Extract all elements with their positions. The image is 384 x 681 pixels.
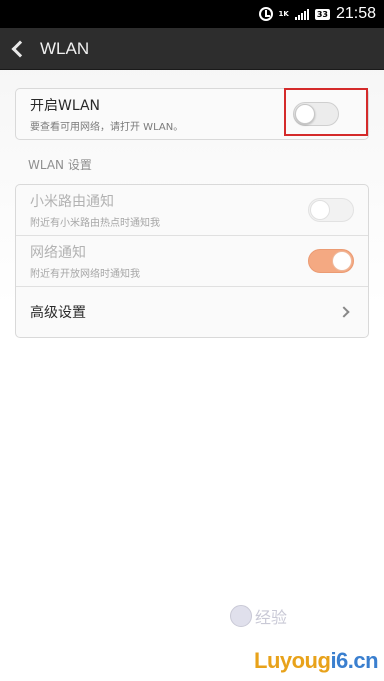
network-notify-subtitle: 附近有开放网络时通知我 [30,269,140,280]
network-notify-switch[interactable] [308,249,354,273]
signal-icon [294,8,309,20]
network-speed: 1K [278,10,289,18]
switch-knob [310,200,330,220]
wlan-toggle-title: 开启WLAN [30,98,101,114]
wlan-settings-card: 小米路由通知 附近有小米路由热点时通知我 网络通知 附近有开放网络时通知我 高级… [15,184,369,338]
wlan-toggle-row[interactable]: 开启WLAN 要查看可用网络，请打开 WLAN。 [16,88,368,139]
site-logo: Luyougi6.cn [254,648,379,674]
advanced-settings-row[interactable]: 高级设置 [16,287,368,337]
settings-content: 开启WLAN 要查看可用网络，请打开 WLAN。 WLAN 设置 小米路由通知 … [0,70,384,338]
xiaomi-router-row[interactable]: 小米路由通知 附近有小米路由热点时通知我 [16,185,368,235]
back-arrow-icon[interactable] [11,40,29,58]
xiaomi-router-switch[interactable] [308,198,354,222]
alarm-icon [258,7,273,21]
watermark-text: 经验 [255,608,288,627]
app-header: WLAN [0,28,384,70]
status-bar: 1K 33 21:58 [0,0,384,28]
xiaomi-router-title: 小米路由通知 [30,194,114,210]
logo-part2: i6.cn [330,648,379,673]
paw-icon [230,605,252,627]
battery-icon: 33 [314,8,330,20]
page-title: WLAN [40,38,90,58]
advanced-settings-title: 高级设置 [30,305,86,321]
switch-knob [332,251,352,271]
baidu-watermark: 经验 [230,604,287,628]
xiaomi-router-subtitle: 附近有小米路由热点时通知我 [30,218,160,229]
chevron-right-icon [338,306,350,318]
section-label: WLAN 设置 [28,158,92,172]
network-notify-title: 网络通知 [30,245,86,261]
wlan-toggle-card: 开启WLAN 要查看可用网络，请打开 WLAN。 [15,88,369,140]
highlight-annotation [284,88,368,136]
logo-part1: Luyoug [254,648,331,673]
status-time: 21:58 [335,5,376,22]
network-notify-row[interactable]: 网络通知 附近有开放网络时通知我 [16,236,368,286]
wlan-toggle-subtitle: 要查看可用网络，请打开 WLAN。 [30,122,184,133]
